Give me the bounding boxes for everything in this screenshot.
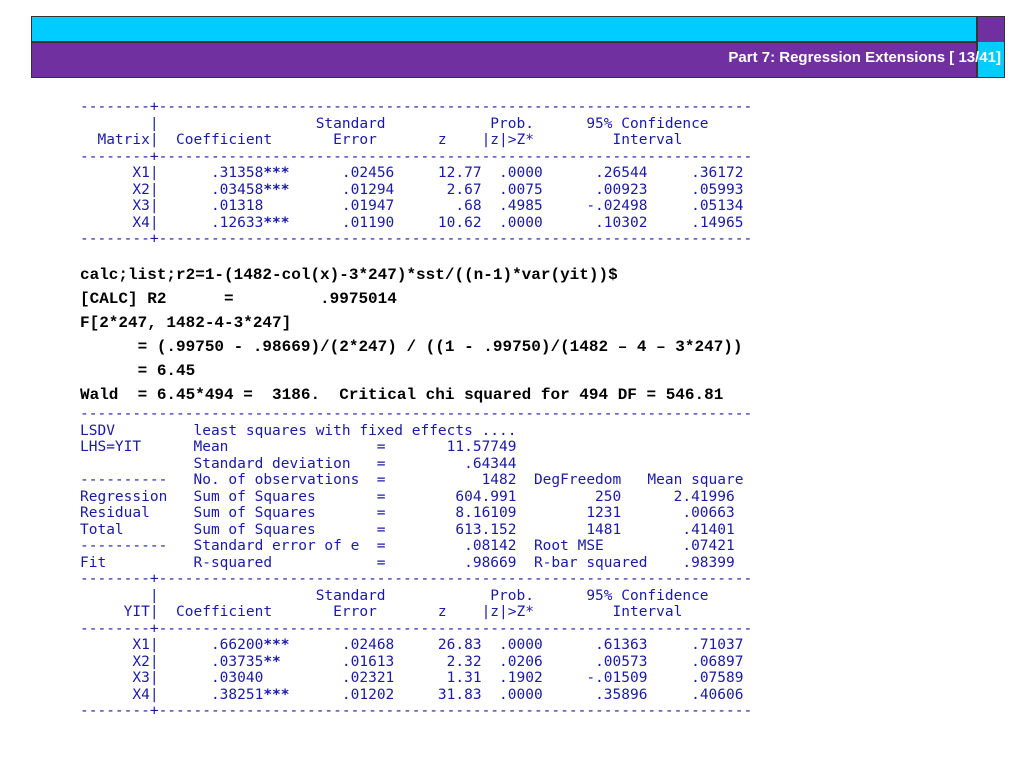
table-row: X3| .03040 .02321 1.31 .1902 -.01509 .07… [80, 670, 744, 686]
lsdv-line: ---------- No. of observations = 1482 De… [80, 472, 744, 488]
calc-line: F[2*247, 1482-4-3*247] [80, 314, 292, 332]
calc-line: calc;list;r2=1-(1482-col(x)-3*247)*sst/(… [80, 266, 618, 284]
table-row: X2| .03735** .01613 2.32 .0206 .00573 .0… [80, 653, 744, 670]
table-row: X4| .12633*** .01190 10.62 .0000 .10302 … [80, 214, 744, 231]
calc-line: = (.99750 - .98669)/(2*247) / ((1 - .997… [80, 338, 743, 356]
table-header-row: | Standard Prob. 95% Confidence [80, 587, 709, 604]
significance-stars: *** [263, 181, 290, 198]
table-header-row: | Standard Prob. 95% Confidence [80, 115, 709, 132]
table-rule: --------+-------------------------------… [80, 571, 753, 587]
table-row: X3| .01318 .01947 .68 .4985 -.02498 .051… [80, 198, 744, 214]
table-row: X1| .31358*** .02456 12.77 .0000 .26544 … [80, 165, 744, 181]
table-rule: --------+-------------------------------… [80, 148, 753, 165]
lsdv-output: ----------------------------------------… [80, 406, 752, 720]
significance-stars: *** [263, 637, 290, 653]
significance-stars: ** [263, 653, 281, 670]
coefficient-table-matrix: --------+-------------------------------… [80, 99, 752, 248]
slide-title: Part 7: Regression Extensions [ 13/41] [728, 49, 1001, 66]
lsdv-line: ---------- Standard error of e = .08142 … [80, 538, 735, 554]
calc-line: Wald = 6.45*494 = 3186. Critical chi squ… [80, 386, 724, 404]
table-row: X4| .38251*** .01202 31.83 .0000 .35896 … [80, 686, 744, 703]
table-row: X2| .03458*** .01294 2.67 .0075 .00923 .… [80, 181, 744, 198]
slide-header: Part 7: Regression Extensions [ 13/41] [31, 16, 1005, 78]
lsdv-line: Fit R-squared = .98669 R-bar squared .98… [80, 554, 735, 571]
lsdv-line: LHS=YIT Mean = 11.57749 [80, 439, 517, 455]
lsdv-line: Residual Sum of Squares = 8.16109 1231 .… [80, 505, 735, 521]
table-header-row: Matrix| Coefficient Error z |z|>Z* Inter… [80, 132, 683, 148]
header-corner-square [977, 16, 1005, 78]
calc-line: [CALC] R2 = .9975014 [80, 290, 397, 308]
lsdv-line: Regression Sum of Squares = 604.991 250 … [80, 488, 735, 505]
calc-commands: calc;list;r2=1-(1482-col(x)-3*247)*sst/(… [80, 263, 743, 407]
table-row: X1| .66200*** .02468 26.83 .0000 .61363 … [80, 637, 744, 653]
calc-line: = 6.45 [80, 362, 196, 380]
lsdv-line: Standard deviation = .64344 [80, 455, 517, 472]
lsdv-line: Total Sum of Squares = 613.152 1481 .414… [80, 521, 735, 538]
table-rule: ----------------------------------------… [80, 406, 753, 422]
table-header-row: YIT| Coefficient Error z |z|>Z* Interval [80, 604, 683, 620]
table-rule: --------+-------------------------------… [80, 703, 753, 719]
header-top-band [31, 16, 977, 42]
lsdv-line: LSDV least squares with fixed effects ..… [80, 422, 517, 439]
significance-stars: *** [263, 165, 290, 181]
significance-stars: *** [263, 214, 290, 231]
table-rule: --------+-------------------------------… [80, 231, 753, 247]
table-rule: --------+-------------------------------… [80, 99, 753, 115]
table-rule: --------+-------------------------------… [80, 620, 753, 637]
significance-stars: *** [263, 686, 290, 703]
